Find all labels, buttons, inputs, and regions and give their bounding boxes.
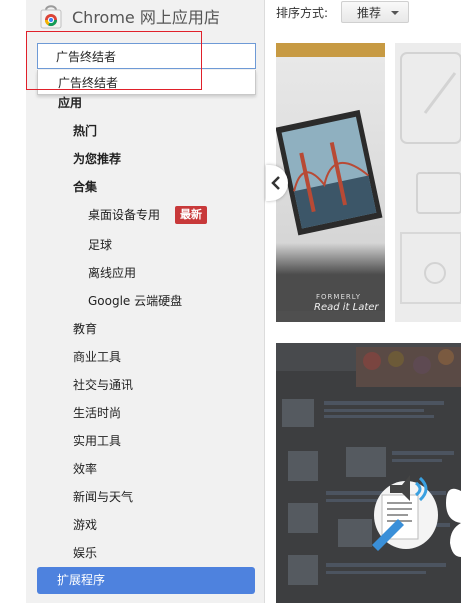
search-input[interactable] <box>37 43 256 69</box>
sidebar-item-popular[interactable]: 热门 <box>73 123 97 139</box>
new-badge: 最新 <box>175 206 207 224</box>
sidebar-item-lifestyle[interactable]: 生活时尚 <box>73 405 121 421</box>
store-title: Chrome 网上应用店 <box>72 8 220 27</box>
chrome-web-store-bag-icon <box>40 5 62 29</box>
sidebar-item-entertainment[interactable]: 娱乐 <box>73 545 97 561</box>
sidebar-item-offline-apps[interactable]: 离线应用 <box>88 265 136 281</box>
app-card-secondary[interactable] <box>395 43 461 322</box>
sidebar-item-recommended[interactable]: 为您推荐 <box>73 151 121 167</box>
sort-dropdown[interactable]: 推荐 <box>341 1 409 23</box>
sidebar-left-edge <box>0 0 26 603</box>
sidebar-item-social[interactable]: 社交与通讯 <box>73 377 133 393</box>
sidebar-item-football[interactable]: 足球 <box>88 237 112 253</box>
sort-label: 排序方式: <box>276 6 329 20</box>
read-it-later-logo: Read it Later <box>314 302 379 313</box>
sidebar-item-productivity[interactable]: 效率 <box>73 461 97 477</box>
search-suggestions: 广告终结者 <box>37 70 256 95</box>
app-card-read-it-later[interactable]: FORMERLY Read it Later <box>276 43 385 322</box>
store-header[interactable]: Chrome 网上应用店 <box>38 2 220 30</box>
sidebar-item-apps[interactable]: 应用 <box>58 95 82 111</box>
sidebar-item-games[interactable]: 游戏 <box>73 517 97 533</box>
sort-value: 推荐 <box>357 6 382 20</box>
sidebar-item-extensions[interactable]: 扩展程序 <box>37 567 255 594</box>
sketch-illustration <box>400 52 461 304</box>
caret-down-icon <box>391 11 399 15</box>
app-card-featured-reader[interactable] <box>276 343 461 603</box>
search-suggestion-item[interactable]: 广告终结者 <box>58 74 118 91</box>
formerly-label: FORMERLY <box>316 293 361 301</box>
sidebar-item-google-drive[interactable]: Google 云端硬盘 <box>88 293 182 309</box>
sidebar-item-desktop-only[interactable]: 桌面设备专用 <box>88 207 160 223</box>
extensions-label: 扩展程序 <box>57 573 106 587</box>
sidebar-item-news-weather[interactable]: 新闻与天气 <box>73 489 133 505</box>
sidebar-item-collections[interactable]: 合集 <box>73 179 97 195</box>
sidebar: Chrome 网上应用店 广告终结者 应用 热门 为您推荐 合集 桌面设备专用 … <box>0 0 265 603</box>
featured-app-artwork <box>276 343 461 603</box>
chevron-left-icon <box>271 176 280 190</box>
sidebar-item-business-tools[interactable]: 商业工具 <box>73 349 121 365</box>
sidebar-item-education[interactable]: 教育 <box>73 321 97 337</box>
sidebar-item-utilities[interactable]: 实用工具 <box>73 433 121 449</box>
